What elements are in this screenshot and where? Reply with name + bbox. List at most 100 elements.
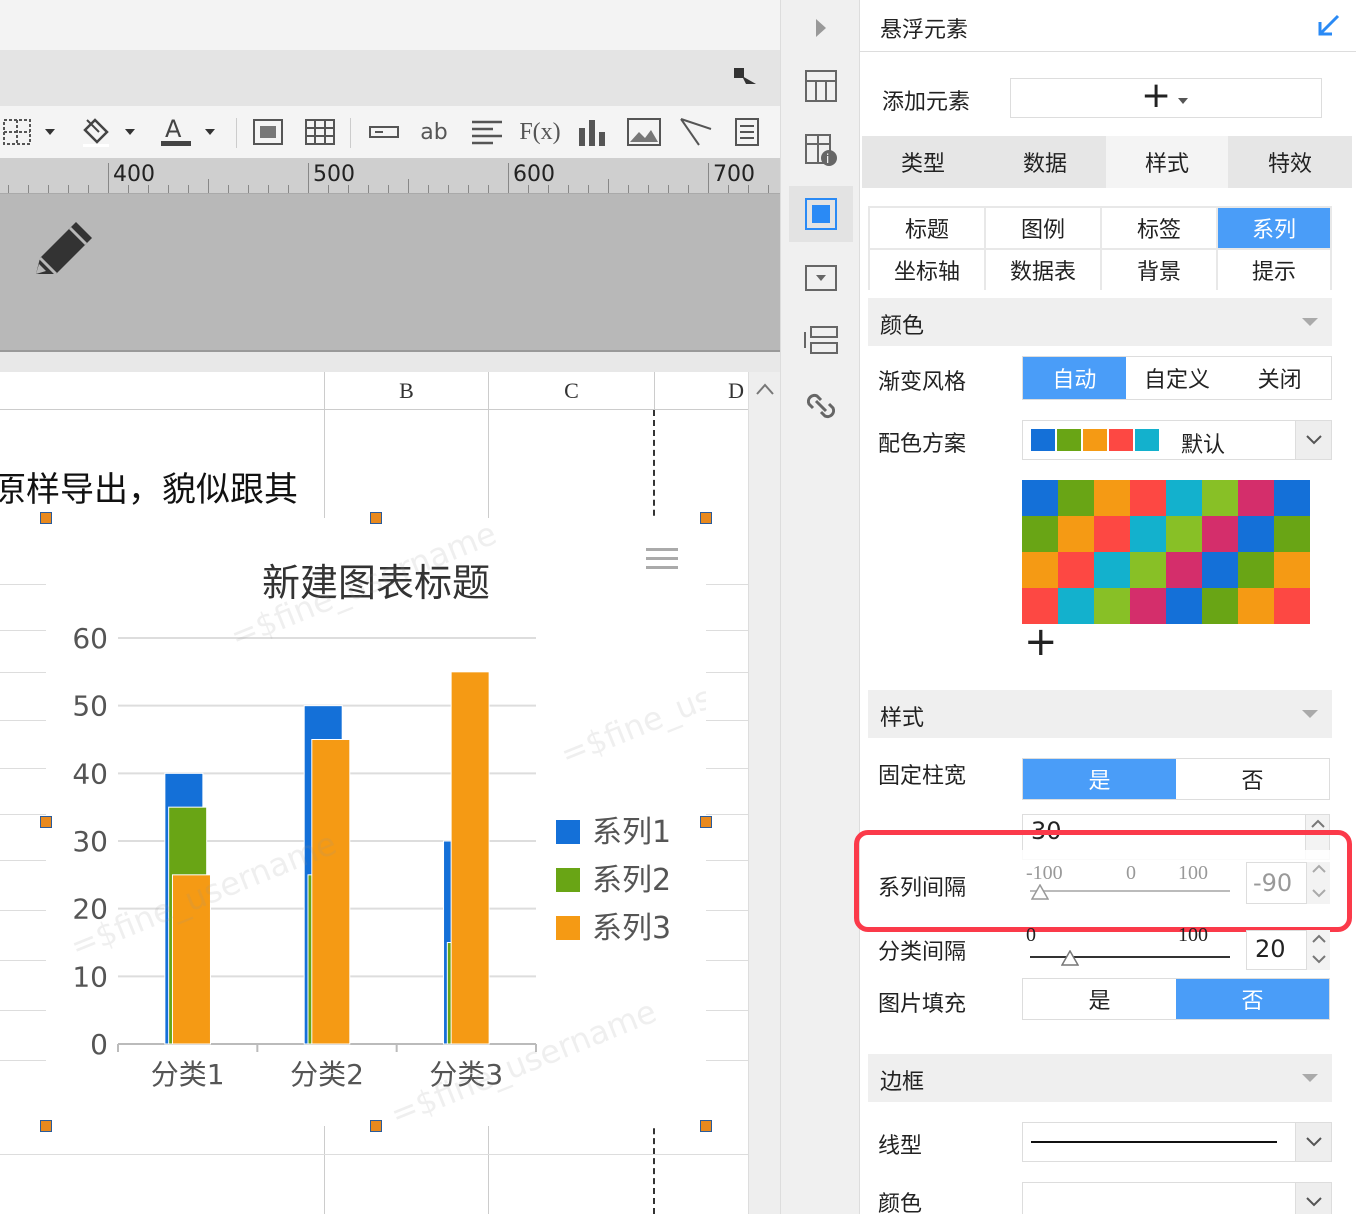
sub-tab-tooltip[interactable]: 提示 <box>1218 250 1330 290</box>
palette-swatch[interactable] <box>1094 480 1130 516</box>
chevron-up-icon[interactable] <box>1311 934 1327 944</box>
palette-swatch[interactable] <box>1202 480 1238 516</box>
resize-handle[interactable] <box>40 512 52 524</box>
palette-swatch[interactable] <box>1202 552 1238 588</box>
bar-chart-icon[interactable] <box>576 116 608 148</box>
gradient-auto-option[interactable]: 自动 <box>1023 357 1126 399</box>
resize-handle[interactable] <box>40 1120 52 1132</box>
image-icon[interactable] <box>626 116 662 148</box>
gradient-custom-option[interactable]: 自定义 <box>1126 357 1229 399</box>
palette-swatch[interactable] <box>1094 552 1130 588</box>
category-gap-slider-track[interactable] <box>1030 956 1230 958</box>
image-fill-yes[interactable]: 是 <box>1023 979 1176 1019</box>
palette-swatch[interactable] <box>1058 552 1094 588</box>
category-gap-slider-thumb[interactable] <box>1061 950 1079 966</box>
palette-swatch[interactable] <box>1058 480 1094 516</box>
fixed-width-no[interactable]: 否 <box>1176 759 1329 799</box>
palette-swatch[interactable] <box>1022 480 1058 516</box>
palette-swatch[interactable] <box>1238 516 1274 552</box>
sub-tab-datasheet[interactable]: 数据表 <box>986 250 1100 290</box>
chevron-down-icon[interactable] <box>120 116 140 148</box>
resize-handle[interactable] <box>370 512 382 524</box>
condition-icon[interactable] <box>789 314 853 370</box>
bar-chart[interactable]: 新建图表标题0102030405060分类1 分类2 分类3系列1系列2系列3=$f… <box>46 514 832 1133</box>
tab-data[interactable]: 数据 <box>984 136 1106 188</box>
style-section-header[interactable]: 样式 <box>868 690 1332 738</box>
palette-swatch[interactable] <box>1166 552 1202 588</box>
palette-swatch[interactable] <box>1094 588 1130 624</box>
palette-swatch[interactable] <box>1022 516 1058 552</box>
link-icon[interactable] <box>789 378 853 434</box>
vertical-scrollbar[interactable] <box>748 372 780 1214</box>
scroll-up-icon[interactable] <box>755 382 775 396</box>
tab-style[interactable]: 样式 <box>1106 136 1228 188</box>
resize-handle[interactable] <box>370 1120 382 1132</box>
color-palette-grid[interactable] <box>1022 480 1310 624</box>
category-gap-spinner[interactable] <box>1306 930 1330 970</box>
resize-handle[interactable] <box>40 816 52 828</box>
add-color-button[interactable]: + <box>1024 620 1058 664</box>
slash-icon[interactable] <box>678 116 714 148</box>
textbox-icon[interactable] <box>368 116 400 148</box>
sub-tab-title[interactable]: 标题 <box>870 208 984 248</box>
resize-handle[interactable] <box>700 816 712 828</box>
border-icon[interactable] <box>0 116 36 148</box>
align-icon[interactable] <box>470 116 504 148</box>
palette-swatch[interactable] <box>1130 552 1166 588</box>
tab-effects[interactable]: 特效 <box>1228 136 1352 188</box>
cell-element-icon[interactable] <box>789 58 853 114</box>
column-header-d[interactable]: D <box>654 372 750 410</box>
border-color-dropdown[interactable] <box>1022 1182 1332 1214</box>
sub-tab-series[interactable]: 系列 <box>1218 208 1330 248</box>
page-icon[interactable] <box>732 116 762 148</box>
expand-toolbar-icon[interactable] <box>732 66 760 90</box>
formula-icon[interactable]: F(x) <box>519 116 560 148</box>
resize-handle[interactable] <box>700 512 712 524</box>
hamburger-icon[interactable] <box>644 544 680 572</box>
palette-swatch[interactable] <box>1238 588 1274 624</box>
table-icon[interactable] <box>304 116 336 148</box>
palette-swatch[interactable] <box>1166 588 1202 624</box>
tab-type[interactable]: 类型 <box>862 136 984 188</box>
palette-swatch[interactable] <box>1274 588 1310 624</box>
palette-swatch[interactable] <box>1202 516 1238 552</box>
paint-bucket-icon[interactable] <box>78 116 114 148</box>
chevron-down-icon[interactable] <box>1295 421 1331 459</box>
palette-swatch[interactable] <box>1058 588 1094 624</box>
chart-float-element[interactable]: 新建图表标题 0 10 20 30 40 50 60 分类1 分类2 分类3 系列1 系列2 系列3 =$f… <box>46 514 832 1133</box>
chevron-down-icon[interactable] <box>200 116 220 148</box>
image-fill-no[interactable]: 否 <box>1176 979 1329 1019</box>
palette-swatch[interactable] <box>1130 480 1166 516</box>
palette-swatch[interactable] <box>1130 516 1166 552</box>
palette-swatch[interactable] <box>1166 516 1202 552</box>
column-header-c[interactable]: C <box>488 372 654 410</box>
chevron-down-icon[interactable] <box>1295 1183 1331 1214</box>
collapse-arrow-icon[interactable] <box>1316 12 1342 38</box>
palette-swatch[interactable] <box>1130 588 1166 624</box>
palette-swatch[interactable] <box>1274 516 1310 552</box>
pencil-icon[interactable] <box>30 218 98 280</box>
chevron-down-icon[interactable] <box>1311 954 1327 964</box>
fixed-width-yes[interactable]: 是 <box>1023 759 1176 799</box>
palette-swatch[interactable] <box>1274 480 1310 516</box>
float-element-icon[interactable] <box>789 186 853 242</box>
palette-swatch[interactable] <box>1202 588 1238 624</box>
cell-attr-icon[interactable]: i <box>789 122 853 178</box>
cell-text[interactable]: 原样导出，貌似跟其 <box>0 462 298 511</box>
font-color-icon[interactable]: A <box>158 115 194 148</box>
line-type-dropdown[interactable] <box>1022 1122 1332 1162</box>
chevron-down-icon[interactable] <box>40 116 60 148</box>
palette-swatch[interactable] <box>1238 552 1274 588</box>
sub-tab-background[interactable]: 背景 <box>1102 250 1216 290</box>
sub-tab-legend[interactable]: 图例 <box>986 208 1100 248</box>
color-scheme-dropdown[interactable]: 默认 <box>1022 420 1332 460</box>
sub-tab-label[interactable]: 标签 <box>1102 208 1216 248</box>
ab-icon[interactable]: ab <box>418 116 450 148</box>
gradient-off-option[interactable]: 关闭 <box>1228 357 1331 399</box>
merge-icon[interactable] <box>252 116 284 148</box>
sub-tab-axis[interactable]: 坐标轴 <box>870 250 984 290</box>
palette-swatch[interactable] <box>1238 480 1274 516</box>
color-section-header[interactable]: 颜色 <box>868 298 1332 346</box>
add-element-button[interactable]: + <box>1010 75 1322 118</box>
palette-swatch[interactable] <box>1166 480 1202 516</box>
